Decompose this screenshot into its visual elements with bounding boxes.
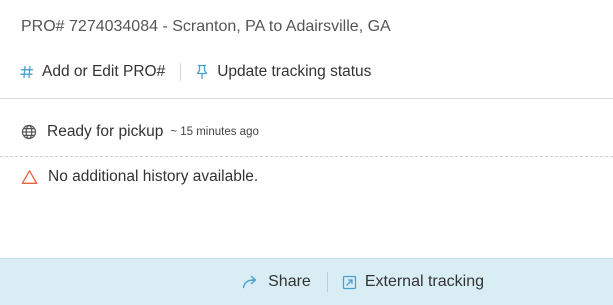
history-row: No additional history available.	[21, 168, 258, 186]
pin-icon	[195, 64, 209, 80]
action-divider	[180, 63, 182, 81]
footer-divider	[326, 272, 328, 292]
status-timestamp: ~ 15 minutes ago	[170, 126, 259, 138]
dashed-divider	[0, 156, 613, 157]
edit-pro-button[interactable]: Add or Edit PRO#	[20, 63, 165, 81]
divider	[0, 98, 613, 99]
action-bar: Add or Edit PRO# Update tracking status	[20, 60, 371, 84]
globe-icon	[21, 124, 37, 140]
tracking-panel: PRO# 7274034084 - Scranton, PA to Adairs…	[0, 0, 613, 305]
warning-icon	[21, 169, 38, 185]
update-tracking-status-label: Update tracking status	[217, 63, 372, 80]
footer-bar: Share External tracking	[0, 258, 613, 305]
status-row: Ready for pickup ~ 15 minutes ago	[21, 123, 259, 141]
external-tracking-label: External tracking	[364, 273, 484, 290]
status-label: Ready for pickup	[47, 123, 164, 140]
share-arrow-icon	[242, 274, 260, 290]
share-label: Share	[268, 273, 311, 290]
history-message: No additional history available.	[48, 168, 259, 185]
edit-pro-label: Add or Edit PRO#	[42, 63, 166, 80]
share-button[interactable]: Share	[242, 273, 311, 291]
external-link-icon	[342, 275, 357, 290]
external-tracking-button[interactable]: External tracking	[342, 273, 484, 291]
hash-icon	[20, 65, 34, 79]
update-tracking-status-button[interactable]: Update tracking status	[195, 63, 371, 81]
pro-title: PRO# 7274034084 - Scranton, PA to Adairs…	[21, 18, 391, 35]
